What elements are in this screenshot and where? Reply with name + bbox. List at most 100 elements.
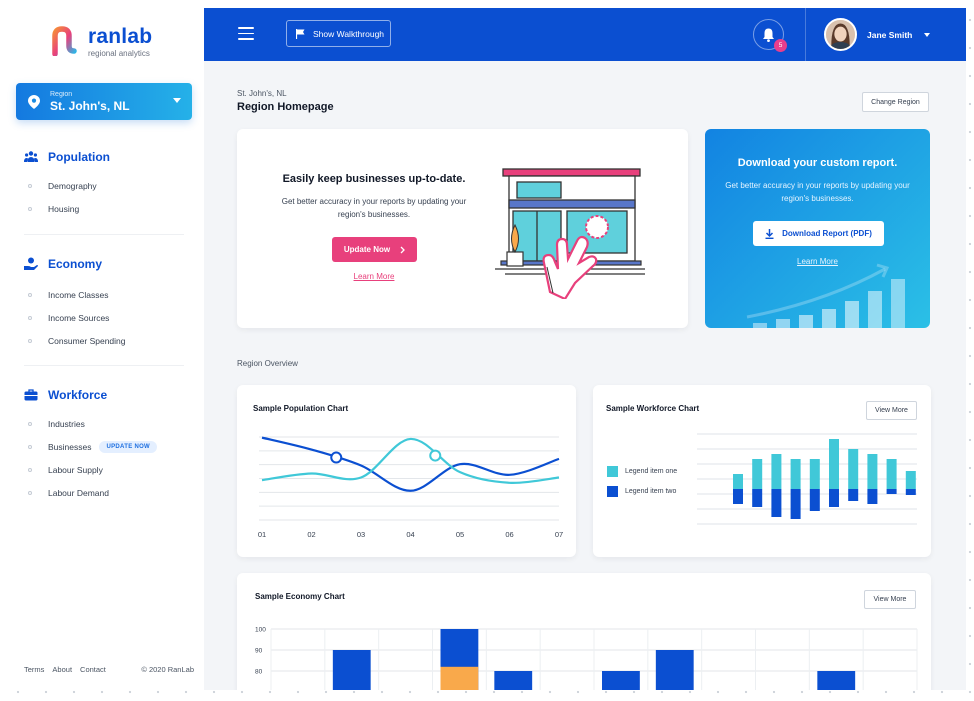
download-report-label: Download Report (PDF): [782, 229, 872, 238]
nav-heading-economy[interactable]: Economy: [24, 257, 184, 271]
population-chart-card: Sample Population Chart 01 02 03 04 05 06 07: [237, 385, 576, 557]
bar: [733, 474, 743, 489]
change-region-button[interactable]: Change Region: [862, 92, 929, 112]
nav-section-economy: Economy Income Classes Income Sources Co…: [24, 257, 184, 352]
bullet-icon: [28, 292, 32, 297]
update-businesses-card: Easily keep businesses up-to-date. Get b…: [237, 129, 688, 328]
region-name: St. John's, NL: [50, 98, 130, 113]
flag-icon: [296, 28, 305, 39]
nav-heading-workforce[interactable]: Workforce: [24, 388, 184, 402]
x-tick-label: 01: [258, 530, 266, 539]
sidebar-item-labour-supply[interactable]: Labour Supply: [24, 458, 184, 481]
divider: [24, 234, 184, 235]
bar: [829, 439, 839, 489]
contact-link[interactable]: Contact: [80, 665, 106, 674]
nav-section-workforce: Workforce Industries Businesses UPDATE NO…: [24, 388, 184, 504]
bar: [809, 489, 820, 511]
y-tick-label: 100: [255, 627, 266, 634]
bar: [848, 449, 859, 489]
divider: [805, 8, 806, 61]
bar: [848, 489, 859, 501]
about-link[interactable]: About: [52, 665, 72, 674]
sidebar-item-income-sources[interactable]: Income Sources: [24, 306, 184, 329]
sidebar-item-label: Demography: [48, 180, 97, 191]
bar: [867, 489, 878, 504]
data-point-marker: [330, 451, 343, 464]
bar: [790, 489, 801, 519]
bar: [655, 650, 694, 690]
brand-logo[interactable]: ranlab regional analytics: [50, 26, 152, 58]
bar: [790, 459, 801, 489]
sidebar-item-businesses[interactable]: Businesses UPDATE NOW: [24, 435, 184, 458]
nav-heading-label: Economy: [48, 257, 103, 271]
user-menu[interactable]: Jane Smith: [824, 18, 931, 51]
sidebar-item-label: Consumer Spending: [48, 335, 126, 346]
bar: [886, 489, 897, 494]
bar: [809, 459, 820, 489]
bullet-icon: [28, 490, 32, 495]
report-text: Get better accuracy in your reports by u…: [725, 181, 910, 203]
bullet-icon: [28, 444, 32, 449]
bullet-icon: [28, 421, 32, 426]
promo-title: Easily keep businesses up-to-date.: [282, 173, 466, 185]
sidebar-item-industries[interactable]: Industries: [24, 412, 184, 435]
update-now-badge[interactable]: UPDATE NOW: [99, 440, 158, 453]
page-title: Region Homepage: [237, 101, 334, 113]
data-point-marker: [429, 449, 442, 462]
update-now-button[interactable]: Update Now: [332, 237, 417, 262]
nav-section-population: Population Demography Housing: [24, 150, 184, 220]
promo-text: Get better accuracy in your reports by u…: [281, 197, 467, 219]
user-name: Jane Smith: [867, 29, 913, 40]
sidebar-item-housing[interactable]: Housing: [24, 197, 184, 220]
economy-chart-card: Sample Economy Chart View More 100 90 80: [237, 573, 931, 690]
x-tick-label: 02: [307, 530, 315, 539]
section-label: Region Overview: [237, 359, 298, 368]
sidebar-item-income-classes[interactable]: Income Classes: [24, 283, 184, 306]
bullet-icon: [28, 467, 32, 472]
population-line-chart: 01 02 03 04 05 06 07: [258, 436, 563, 539]
storefront-illustration-icon: [495, 168, 645, 299]
nav-heading-label: Workforce: [48, 388, 108, 402]
sidebar: ranlab regional analytics Region St. Joh…: [0, 0, 204, 690]
menu-icon[interactable]: [238, 27, 254, 40]
map-pin-icon: [28, 94, 40, 109]
notifications-button[interactable]: 5: [753, 19, 787, 52]
region-selector[interactable]: Region St. John's, NL: [16, 83, 192, 120]
show-walkthrough-button[interactable]: Show Walkthrough: [286, 20, 391, 47]
sidebar-item-label: Housing: [48, 203, 80, 214]
brand-name: ranlab: [88, 25, 153, 48]
workforce-bar-chart: [697, 433, 917, 525]
briefcase-icon: [24, 389, 38, 401]
x-tick-label: 07: [555, 530, 563, 539]
bar: [752, 459, 763, 489]
download-report-button[interactable]: Download Report (PDF): [753, 221, 884, 246]
brand-tagline: regional analytics: [88, 49, 150, 58]
nav-heading-population[interactable]: Population: [24, 150, 184, 164]
copyright-text: © 2020 RanLab: [141, 665, 194, 674]
chevron-right-icon: [400, 246, 406, 253]
sidebar-item-label: Income Classes: [48, 289, 109, 300]
region-label: Region: [50, 90, 73, 98]
learn-more-link[interactable]: Learn More: [237, 272, 511, 281]
bar: [867, 454, 878, 489]
chevron-down-icon: [924, 32, 931, 37]
series-line: [261, 437, 560, 484]
terms-link[interactable]: Terms: [24, 665, 44, 674]
sidebar-item-label: Industries: [48, 418, 85, 429]
report-learn-more-link[interactable]: Learn More: [705, 257, 930, 266]
download-icon: [765, 228, 774, 239]
sidebar-item-demography[interactable]: Demography: [24, 174, 184, 197]
report-title: Download your custom report.: [737, 157, 898, 169]
user-photo-icon: [826, 20, 855, 49]
bar: [440, 666, 479, 690]
sidebar-item-consumer-spending[interactable]: Consumer Spending: [24, 329, 184, 352]
bar: [752, 489, 763, 507]
sidebar-item-labour-demand[interactable]: Labour Demand: [24, 481, 184, 504]
bell-icon: [763, 28, 774, 42]
nav-heading-label: Population: [48, 150, 110, 164]
bar: [905, 471, 916, 489]
chevron-down-icon: [173, 98, 181, 103]
people-icon: [24, 151, 38, 162]
growth-chart-illustration-icon: [746, 263, 905, 328]
bar: [886, 459, 897, 489]
